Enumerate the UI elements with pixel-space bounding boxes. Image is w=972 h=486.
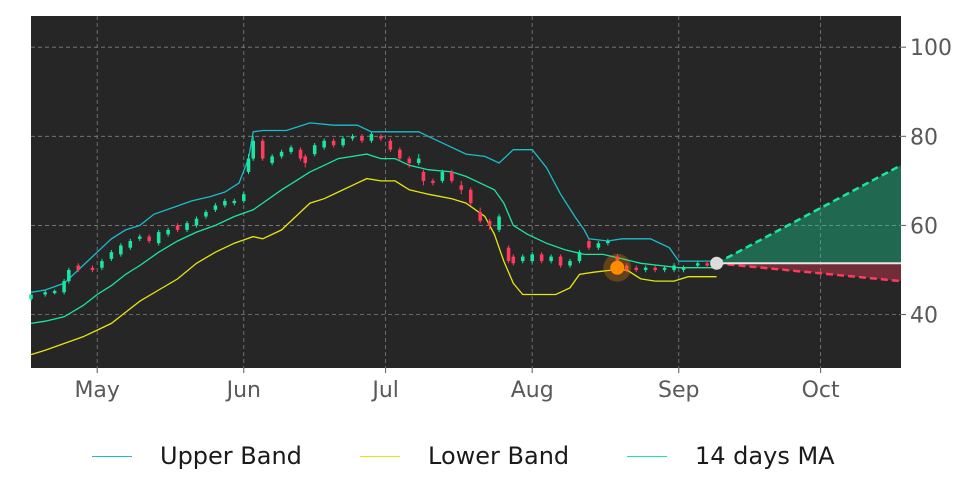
y-tick-label: 60 — [910, 214, 938, 239]
candle-body — [298, 149, 303, 159]
candle-body — [166, 229, 170, 235]
candle-body — [379, 136, 383, 139]
legend-swatch-ma — [627, 455, 667, 457]
candle-body — [421, 171, 426, 181]
candle-body — [43, 292, 47, 295]
candle-body — [185, 223, 189, 230]
candle-body — [223, 200, 227, 206]
candle-body — [204, 212, 208, 217]
candle-body — [539, 254, 544, 262]
candle-body — [520, 256, 525, 262]
signal-marker — [610, 260, 625, 275]
candle-body — [100, 261, 104, 268]
candle-body — [156, 232, 161, 244]
candle-body — [62, 281, 66, 293]
candle-body — [530, 254, 534, 262]
chart-legend: Upper Band Lower Band 14 days MA — [0, 432, 972, 480]
candle-body — [568, 261, 572, 266]
candle-body — [303, 156, 308, 164]
legend-item-lower-band: Lower Band — [360, 432, 569, 480]
candle-body — [279, 151, 284, 157]
candle-body — [558, 256, 563, 266]
candle-body — [213, 205, 218, 210]
candle-body — [672, 265, 676, 270]
candle-body — [241, 194, 246, 201]
candle-body — [29, 294, 33, 299]
legend-item-ma: 14 days MA — [627, 432, 835, 480]
candle-body — [175, 225, 180, 230]
legend-label-lower-band: Lower Band — [428, 442, 570, 470]
y-tick-label: 40 — [910, 304, 938, 329]
last-close-marker — [710, 256, 724, 270]
candle-body — [312, 145, 317, 155]
plot-background — [31, 16, 901, 368]
candle-body — [388, 140, 393, 150]
x-tick-label: Jun — [225, 378, 261, 403]
candle-body — [606, 241, 610, 244]
candle-body — [695, 263, 700, 266]
candle-body — [76, 265, 81, 270]
candle-body — [549, 256, 553, 262]
bollinger-chart: 40 60 80 100 May Jun Jul Aug Sep Oct — [29, 16, 952, 403]
candle-body — [147, 236, 151, 242]
legend-item-upper-band: Upper Band — [92, 432, 302, 480]
candle-body — [634, 267, 638, 270]
candle-body — [416, 158, 421, 164]
legend-label-ma: 14 days MA — [695, 442, 835, 470]
candle-body — [251, 140, 256, 159]
x-tick-label: Aug — [511, 378, 554, 403]
candle-body — [662, 267, 667, 270]
x-tick-label: Oct — [802, 378, 840, 403]
candle-body — [194, 218, 199, 226]
candle-body — [119, 245, 123, 255]
candle-body — [407, 158, 412, 164]
candle-body — [596, 243, 601, 248]
x-tick-label: Sep — [658, 378, 699, 403]
candle-body — [681, 267, 686, 270]
candle-body — [440, 171, 445, 181]
candle-body — [260, 140, 265, 159]
candle-body — [67, 269, 71, 282]
candle-body — [506, 247, 511, 262]
candle-body — [232, 200, 237, 204]
candle-body — [137, 236, 142, 239]
candle-body — [398, 149, 402, 159]
candle-body — [322, 140, 326, 148]
candle-body — [90, 267, 95, 270]
candle-body — [246, 158, 251, 172]
candle-body — [331, 140, 336, 146]
x-tick-label: Jul — [370, 378, 399, 403]
candle-body — [478, 212, 482, 221]
candle-body — [468, 189, 473, 204]
candle-body — [369, 134, 374, 141]
candle-body — [511, 256, 516, 264]
candle-body — [450, 171, 454, 181]
x-tick-label: May — [74, 378, 119, 403]
candle-body — [431, 180, 435, 184]
candle-body — [577, 252, 582, 262]
candle-body — [289, 147, 293, 152]
legend-label-upper-band: Upper Band — [160, 442, 302, 470]
candle-body — [128, 241, 133, 248]
y-tick-label: 100 — [910, 36, 952, 61]
candle-body — [270, 156, 274, 164]
y-tick-label: 80 — [910, 125, 938, 150]
candle-body — [653, 267, 657, 270]
candle-body — [350, 136, 355, 139]
candle-body — [52, 290, 57, 294]
candle-body — [109, 252, 114, 259]
candle-body — [459, 185, 464, 190]
candle-body — [360, 136, 364, 141]
candle-body — [497, 216, 501, 230]
candle-body — [341, 138, 345, 146]
legend-swatch-lower-band — [360, 455, 400, 457]
candle-body — [643, 267, 648, 270]
candle-body — [487, 220, 492, 226]
legend-swatch-upper-band — [92, 455, 132, 457]
candle-body — [705, 263, 709, 266]
candle-body — [587, 241, 591, 248]
